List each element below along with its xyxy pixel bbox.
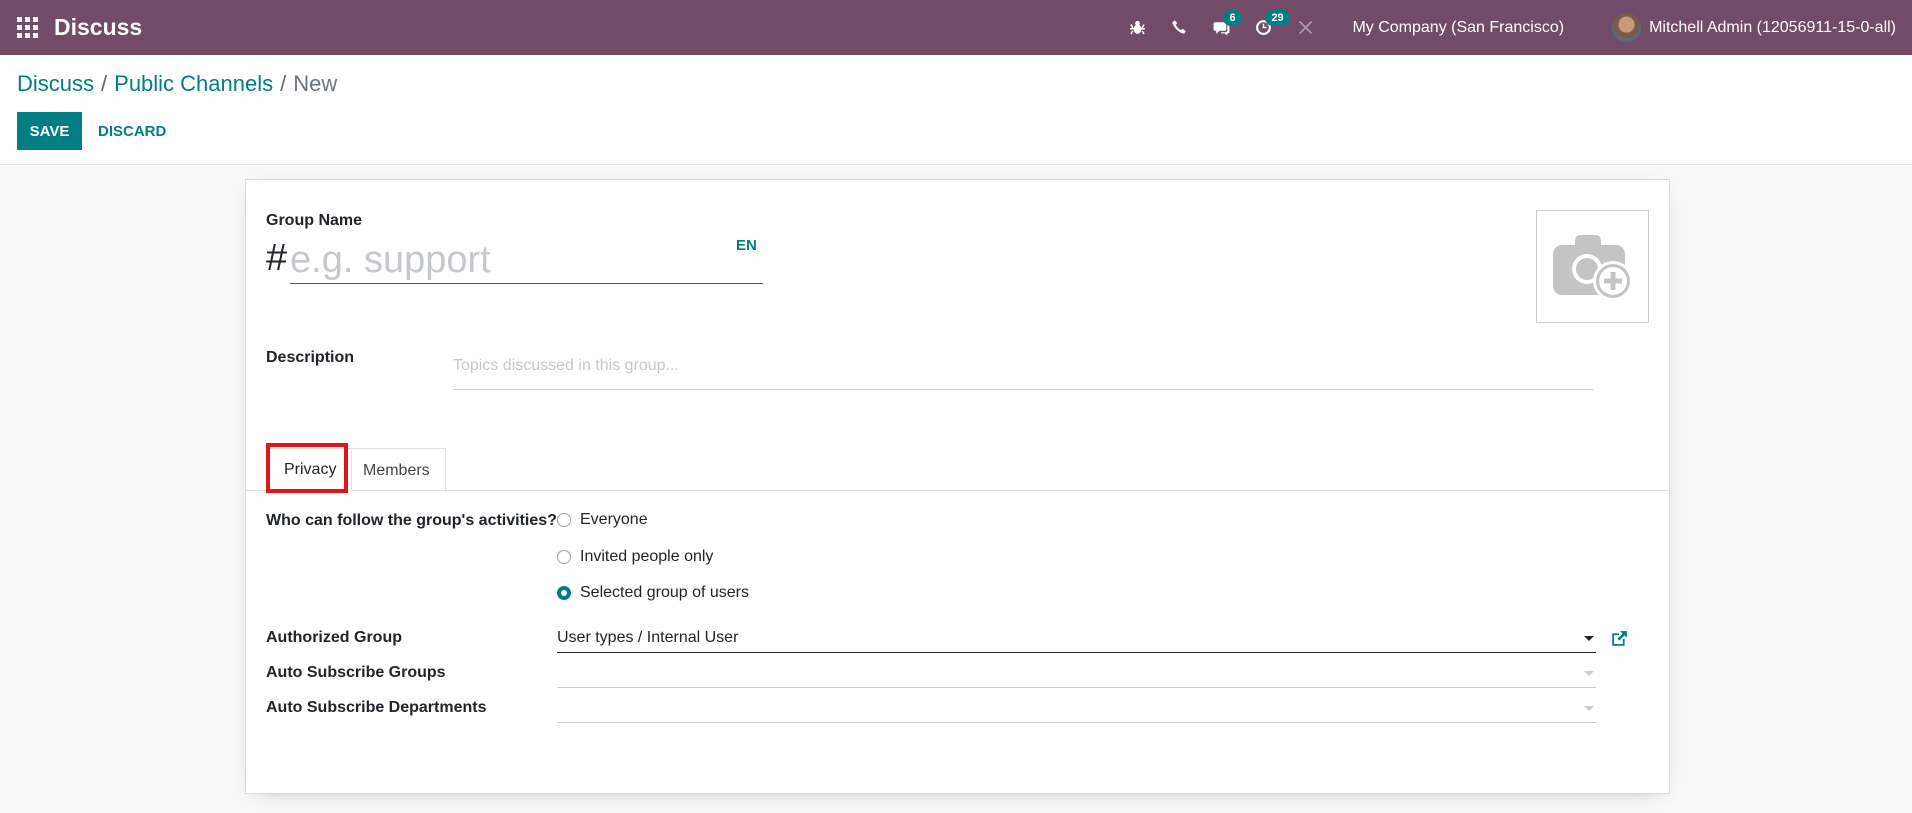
top-navbar: Discuss 6 29 My Company (San Francisco) … xyxy=(0,0,1912,55)
radio-label: Everyone xyxy=(580,511,648,528)
radio-label: Invited people only xyxy=(580,548,714,565)
breadcrumb-separator: / xyxy=(101,71,108,96)
radio-invited-only[interactable]: Invited people only xyxy=(557,548,713,566)
auto-subscribe-groups-field[interactable] xyxy=(557,660,1596,688)
tab-privacy[interactable]: Privacy xyxy=(268,448,353,492)
breadcrumb-separator: / xyxy=(280,71,287,96)
user-name: Mitchell Admin (12056911-15-0-all) xyxy=(1649,18,1896,36)
channel-hash-icon: # xyxy=(266,237,288,279)
messages-icon[interactable]: 6 xyxy=(1200,0,1242,55)
dropdown-caret-icon[interactable] xyxy=(1584,636,1594,641)
radio-button[interactable] xyxy=(557,513,571,527)
save-button[interactable]: SAVE xyxy=(17,112,82,150)
radio-button-checked[interactable] xyxy=(557,586,571,600)
auto-subscribe-groups-label: Auto Subscribe Groups xyxy=(266,664,446,681)
authorized-group-value: User types / Internal User xyxy=(557,629,739,646)
authorized-group-field[interactable]: User types / Internal User xyxy=(557,625,1596,653)
language-button[interactable]: EN xyxy=(736,237,757,254)
dropdown-caret-icon[interactable] xyxy=(1584,671,1594,676)
camera-plus-icon xyxy=(1552,234,1633,301)
user-menu[interactable]: Mitchell Admin (12056911-15-0-all) xyxy=(1612,13,1896,42)
notebook-tabs: Privacy Members xyxy=(246,448,1669,492)
follow-activities-label: Who can follow the group's activities? xyxy=(266,512,557,529)
dropdown-caret-icon[interactable] xyxy=(1584,706,1594,711)
apps-menu-icon[interactable] xyxy=(17,17,38,38)
radio-everyone[interactable]: Everyone xyxy=(557,511,648,529)
description-input[interactable]: Topics discussed in this group... xyxy=(453,345,1593,390)
discard-button[interactable]: DISCARD xyxy=(88,112,176,150)
breadcrumb-current: New xyxy=(293,71,338,96)
authorized-group-label: Authorized Group xyxy=(266,629,402,646)
messages-count-badge: 6 xyxy=(1223,10,1242,26)
breadcrumb-discuss[interactable]: Discuss xyxy=(17,71,94,97)
company-switcher[interactable]: My Company (San Francisco) xyxy=(1352,19,1564,37)
group-name-label: Group Name xyxy=(266,212,363,229)
tools-icon[interactable] xyxy=(1284,0,1326,55)
phone-icon[interactable] xyxy=(1158,0,1200,55)
app-title[interactable]: Discuss xyxy=(54,14,142,41)
form-sheet: Group Name # e.g. support EN Description… xyxy=(245,179,1670,794)
auto-subscribe-departments-label: Auto Subscribe Departments xyxy=(266,699,487,716)
auto-subscribe-departments-field[interactable] xyxy=(557,695,1596,723)
description-label: Description xyxy=(266,349,355,366)
avatar xyxy=(1612,13,1642,42)
navbar-systray: 6 29 My Company (San Francisco) Mitchell… xyxy=(1116,0,1912,55)
breadcrumb-public-channels[interactable]: Public Channels xyxy=(114,71,273,97)
activities-clock-icon[interactable]: 29 xyxy=(1242,0,1290,55)
radio-label: Selected group of users xyxy=(580,584,749,601)
debug-bug-icon[interactable] xyxy=(1116,0,1158,55)
control-panel: Discuss / Public Channels / New SAVE DIS… xyxy=(0,55,1912,165)
image-upload[interactable] xyxy=(1536,210,1649,323)
radio-selected-group[interactable]: Selected group of users xyxy=(557,584,749,602)
external-link-icon[interactable] xyxy=(1610,630,1628,648)
radio-button[interactable] xyxy=(557,550,571,564)
tab-members[interactable]: Members xyxy=(347,448,446,492)
group-name-input[interactable]: e.g. support xyxy=(290,236,763,284)
breadcrumb: Discuss / Public Channels / New xyxy=(17,71,337,97)
